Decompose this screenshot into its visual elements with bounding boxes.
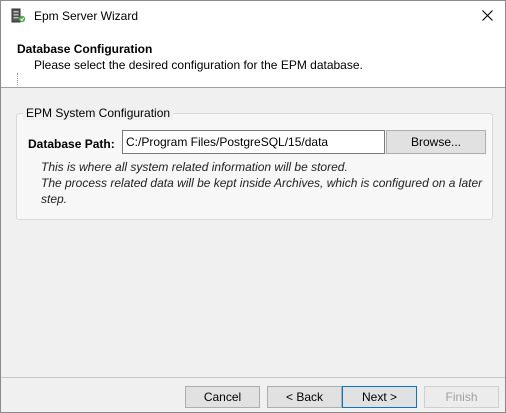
database-path-label: Database Path: xyxy=(28,137,115,151)
back-button[interactable]: < Back xyxy=(267,386,342,408)
hint-line-3: step. xyxy=(41,192,68,206)
page-title: Database Configuration xyxy=(17,42,153,56)
wizard-header: Database Configuration Please select the… xyxy=(1,32,505,88)
close-button[interactable] xyxy=(469,1,505,32)
group-legend: EPM System Configuration xyxy=(23,106,174,120)
header-divider xyxy=(17,73,19,85)
hint-line-2: The process related data will be kept in… xyxy=(41,176,483,190)
server-wizard-icon xyxy=(10,8,26,24)
hint-line-1: This is where all system related informa… xyxy=(41,160,348,174)
window-title: Epm Server Wizard xyxy=(34,9,139,23)
footer-divider xyxy=(1,377,505,379)
page-subtitle: Please select the desired configuration … xyxy=(34,58,363,72)
close-icon xyxy=(481,9,493,24)
title-bar: Epm Server Wizard xyxy=(1,1,505,32)
browse-button[interactable]: Browse... xyxy=(386,130,486,154)
next-button[interactable]: Next > xyxy=(342,386,417,408)
wizard-window: Epm Server Wizard Database Configuration… xyxy=(0,0,506,413)
database-path-input[interactable] xyxy=(122,130,385,154)
cancel-button[interactable]: Cancel xyxy=(185,386,260,408)
finish-button[interactable]: Finish xyxy=(424,386,499,408)
